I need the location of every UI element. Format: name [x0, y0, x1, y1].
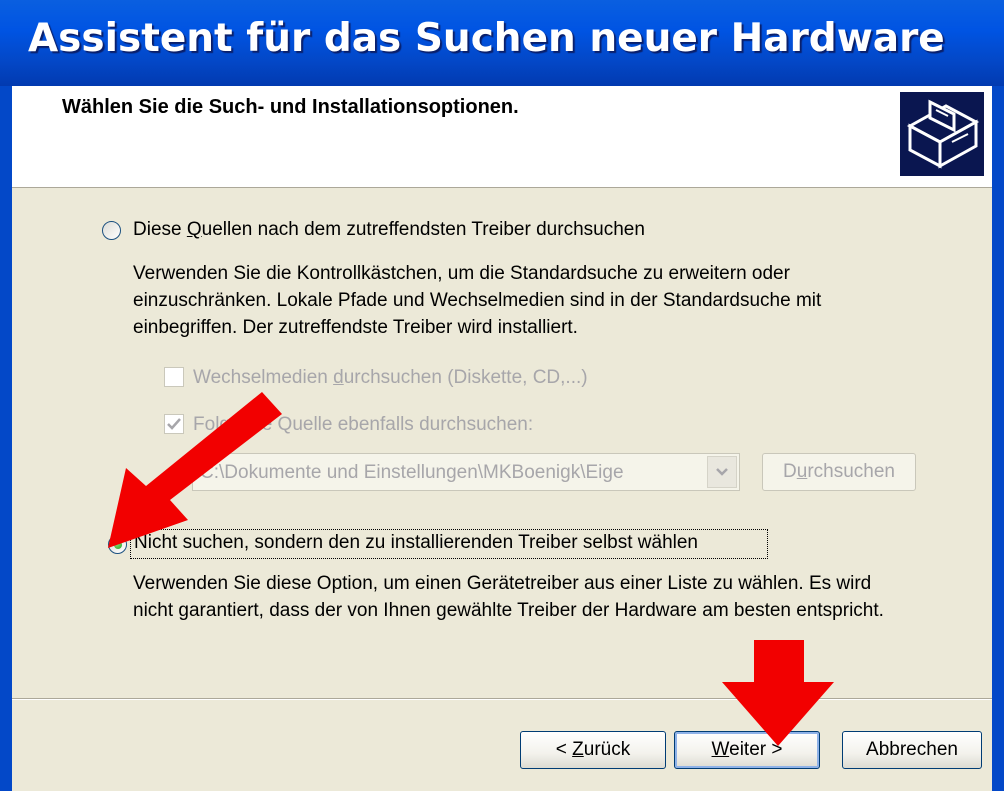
annotation-overlay — [108, 392, 834, 746]
wizard-window: Assistent für das Suchen neuer Hardware … — [0, 0, 1004, 791]
red-arrow-to-next-button-icon — [722, 640, 834, 746]
red-arrow-to-manual-radio-icon — [108, 392, 282, 548]
